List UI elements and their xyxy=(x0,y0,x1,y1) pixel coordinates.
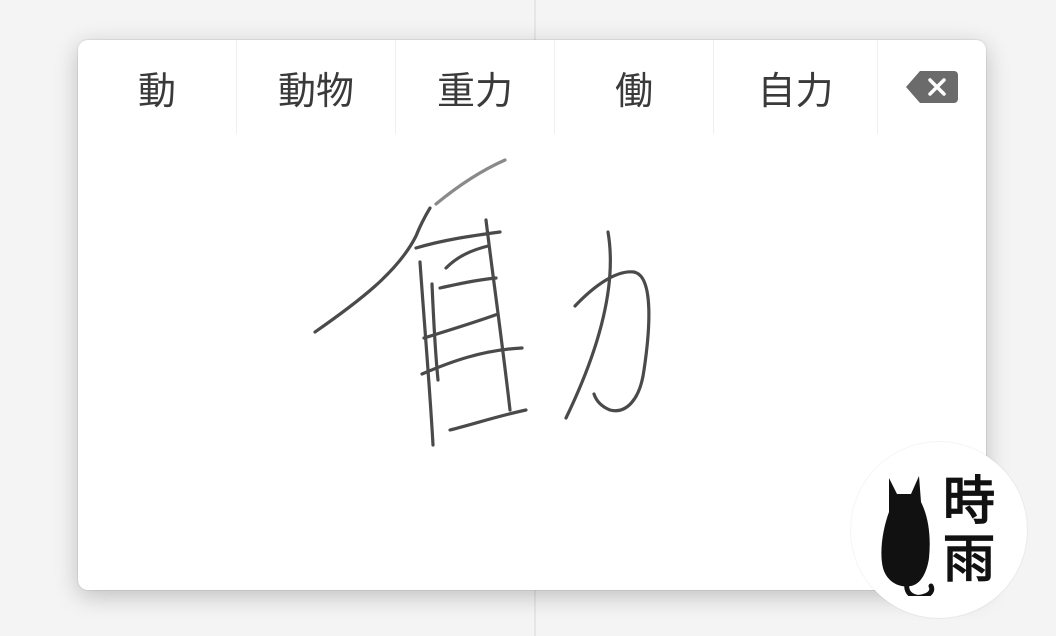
watermark-badge: 時 雨 xyxy=(851,442,1027,618)
watermark-char-2: 雨 xyxy=(943,530,996,590)
candidate-4[interactable]: 働 xyxy=(555,40,714,134)
candidate-bar: 動 動物 重力 働 自力 xyxy=(78,40,986,134)
watermark-char-1: 時 xyxy=(943,472,996,532)
candidate-3[interactable]: 重力 xyxy=(396,40,555,134)
handwriting-input-panel: 動 動物 重力 働 自力 xyxy=(78,40,986,590)
candidate-2[interactable]: 動物 xyxy=(237,40,396,134)
candidate-1[interactable]: 動 xyxy=(78,40,237,134)
delete-button[interactable] xyxy=(878,40,986,134)
backspace-icon xyxy=(906,71,958,103)
candidate-5[interactable]: 自力 xyxy=(714,40,878,134)
cat-silhouette-icon xyxy=(881,476,935,596)
